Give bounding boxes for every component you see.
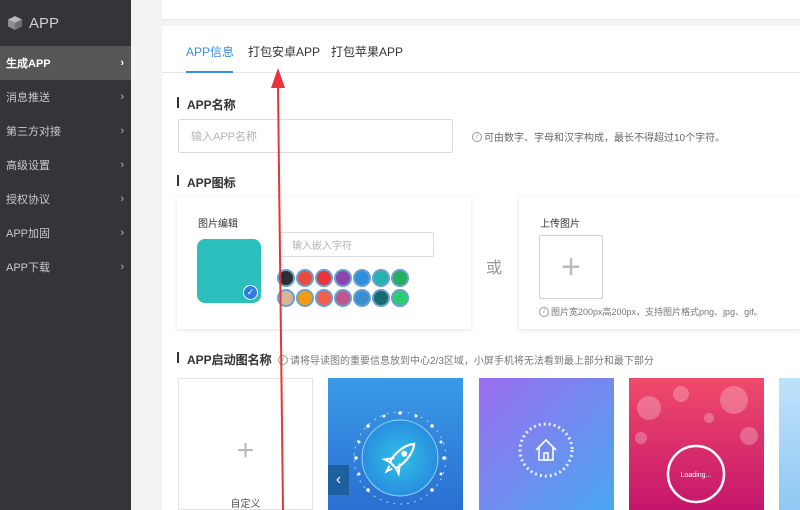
chevron-right-icon: › bbox=[120, 193, 124, 205]
sidebar: APP 生成APP › 消息推送 › 第三方对接 › 高级设置 › 授权协议 ›… bbox=[0, 0, 131, 510]
color-swatch[interactable] bbox=[372, 269, 390, 287]
loading-splash-image: Loading... bbox=[629, 378, 764, 510]
color-swatch[interactable] bbox=[315, 269, 333, 287]
sidebar-item-label: 生成APP bbox=[6, 58, 51, 70]
section-title-splash: APP启动图名称 bbox=[177, 351, 272, 368]
embed-text-input[interactable]: 输入嵌入字符 bbox=[279, 232, 434, 257]
sidebar-item-third-party[interactable]: 第三方对接 › bbox=[0, 114, 131, 148]
color-swatch[interactable] bbox=[277, 269, 295, 287]
brand: APP bbox=[0, 0, 131, 46]
sidebar-item-label: APP下载 bbox=[6, 262, 51, 274]
app-name-hint-text: 可由数字、字母和汉字构成，最长不得超过10个字符。 bbox=[484, 133, 726, 144]
chevron-right-icon: › bbox=[120, 125, 124, 137]
color-swatch[interactable] bbox=[372, 289, 390, 307]
color-swatch[interactable] bbox=[334, 269, 352, 287]
color-swatch[interactable] bbox=[277, 289, 295, 307]
check-icon: ✓ bbox=[243, 285, 258, 300]
upload-hint: i 图片宽200px高200px，支持图片格式png、jpg、gif。 bbox=[539, 305, 763, 318]
sidebar-item-advanced[interactable]: 高级设置 › bbox=[0, 148, 131, 182]
or-divider: 或 bbox=[486, 260, 503, 277]
icon-preview: ✓ bbox=[197, 239, 261, 303]
sidebar-item-label: 消息推送 bbox=[6, 92, 50, 104]
chevron-right-icon: › bbox=[120, 57, 124, 69]
splash-template-loading[interactable]: Loading... bbox=[629, 378, 764, 510]
chevron-right-icon: › bbox=[120, 261, 124, 273]
chevron-right-icon: › bbox=[120, 159, 124, 171]
upload-button[interactable]: + bbox=[539, 235, 603, 299]
color-swatch[interactable] bbox=[391, 269, 409, 287]
splash-custom-option[interactable]: + 自定义 bbox=[178, 378, 313, 510]
info-icon: i bbox=[278, 354, 288, 365]
app-name-hint: i 可由数字、字母和汉字构成，最长不得超过10个字符。 bbox=[472, 129, 725, 144]
sidebar-item-label: 授权协议 bbox=[6, 194, 50, 206]
sidebar-item-download[interactable]: APP下载 › bbox=[0, 250, 131, 284]
splash-hint: i 请将导读图的重要信息放到中心2/3区域，小屏手机将无法看到最上部分和最下部分 bbox=[278, 352, 654, 367]
color-swatch[interactable] bbox=[334, 289, 352, 307]
color-swatch[interactable] bbox=[296, 289, 314, 307]
sidebar-item-label: APP加固 bbox=[6, 228, 51, 240]
color-swatch[interactable] bbox=[353, 269, 371, 287]
home-splash-image bbox=[479, 378, 614, 510]
color-swatch[interactable] bbox=[353, 289, 371, 307]
icon-editor-card: 图片编辑 ✓ 输入嵌入字符 bbox=[177, 197, 471, 329]
plus-icon: + bbox=[236, 434, 255, 467]
cube-logo-icon bbox=[8, 16, 22, 30]
tab-package-android[interactable]: 打包安卓APP bbox=[248, 43, 320, 60]
plus-icon: + bbox=[561, 248, 581, 286]
section-title-app-icon: APP图标 bbox=[177, 174, 236, 191]
info-icon: i bbox=[472, 131, 482, 142]
icon-upload-card: 上传图片 + i 图片宽200px高200px，支持图片格式png、jpg、gi… bbox=[519, 197, 800, 329]
sidebar-item-push[interactable]: 消息推送 › bbox=[0, 80, 131, 114]
chevron-right-icon: › bbox=[120, 227, 124, 239]
sidebar-item-generate-app[interactable]: 生成APP › bbox=[0, 46, 131, 80]
upload-hint-text: 图片宽200px高200px，支持图片格式png、jpg、gif。 bbox=[551, 307, 763, 317]
splash-template-home[interactable] bbox=[479, 378, 614, 510]
splash-custom-label: 自定义 bbox=[230, 499, 261, 510]
active-tab-indicator bbox=[186, 71, 233, 73]
sidebar-item-license[interactable]: 授权协议 › bbox=[0, 182, 131, 216]
top-bar bbox=[162, 0, 800, 20]
icon-editor-label: 图片编辑 bbox=[198, 219, 238, 230]
chevron-left-icon: ‹ bbox=[335, 471, 342, 488]
color-swatch-grid bbox=[277, 269, 409, 307]
tab-app-info[interactable]: APP信息 bbox=[186, 43, 234, 60]
splash-hint-text: 请将导读图的重要信息放到中心2/3区域，小屏手机将无法看到最上部分和最下部分 bbox=[290, 356, 654, 367]
color-swatch[interactable] bbox=[315, 289, 333, 307]
upload-label: 上传图片 bbox=[540, 219, 580, 230]
loading-text: Loading... bbox=[681, 472, 712, 479]
tab-bar: APP信息 打包安卓APP 打包苹果APP bbox=[162, 26, 800, 73]
sidebar-item-hardening[interactable]: APP加固 › bbox=[0, 216, 131, 250]
sidebar-item-label: 第三方对接 bbox=[6, 126, 61, 138]
info-icon: i bbox=[539, 306, 549, 317]
main-panel: APP信息 打包安卓APP 打包苹果APP APP名称 输入APP名称 i 可由… bbox=[162, 26, 800, 510]
color-swatch[interactable] bbox=[296, 269, 314, 287]
color-swatch[interactable] bbox=[391, 289, 409, 307]
brand-name: APP bbox=[29, 14, 60, 32]
sidebar-item-label: 高级设置 bbox=[6, 160, 50, 172]
app-name-input[interactable]: 输入APP名称 bbox=[178, 119, 453, 153]
carousel-prev-button[interactable]: ‹ bbox=[328, 465, 349, 495]
chevron-right-icon: › bbox=[120, 91, 124, 103]
splash-template-rocket[interactable]: ‹ bbox=[328, 378, 463, 510]
tab-package-ios[interactable]: 打包苹果APP bbox=[331, 43, 403, 60]
section-title-app-name: APP名称 bbox=[177, 96, 236, 113]
splash-template-partial[interactable] bbox=[779, 378, 800, 510]
